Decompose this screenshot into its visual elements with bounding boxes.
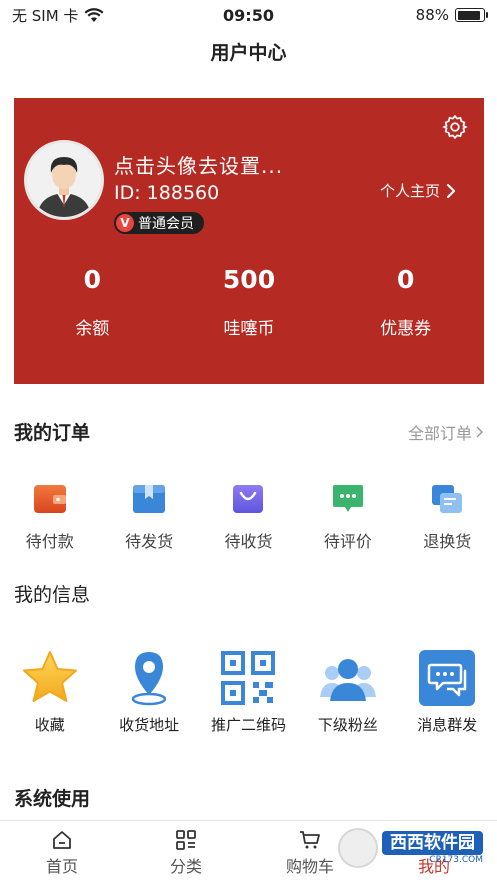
info-broadcast[interactable]: 消息群发 — [398, 648, 497, 735]
users-icon — [318, 648, 378, 708]
tab-home[interactable]: 首页 — [0, 821, 124, 883]
watermark-logo: 西西软件园 CR173.COM — [338, 826, 483, 870]
order-returns[interactable]: 退换货 — [398, 482, 497, 552]
location-pin-icon — [119, 648, 179, 708]
tab-label: 购物车 — [285, 857, 334, 876]
qr-code-icon — [218, 648, 278, 708]
stat-value: 500 — [222, 265, 276, 294]
info-address[interactable]: 收货地址 — [99, 648, 198, 735]
order-to-review[interactable]: 待评价 — [298, 482, 397, 552]
info-favorites[interactable]: 收藏 — [0, 648, 99, 735]
order-label: 待付款 — [25, 532, 74, 551]
stat-coins[interactable]: 500 哇噻币 — [171, 262, 328, 339]
info-label: 收货地址 — [119, 716, 180, 734]
avatar-illustration — [27, 143, 101, 217]
wallet-icon — [33, 482, 67, 516]
member-badge: V 普通会员 — [114, 212, 204, 234]
stat-label: 优惠券 — [380, 319, 432, 339]
homepage-link-label: 个人主页 — [379, 182, 440, 200]
order-to-ship[interactable]: 待发货 — [99, 482, 198, 552]
info-label: 推广二维码 — [210, 716, 286, 734]
chevron-right-icon — [476, 425, 483, 438]
homepage-link[interactable]: 个人主页 — [380, 180, 456, 201]
star-icon — [20, 648, 80, 708]
status-left: 无 SIM 卡 — [12, 5, 104, 26]
avatar[interactable] — [24, 140, 104, 220]
order-label: 待评价 — [323, 532, 372, 551]
chevron-right-icon — [446, 183, 456, 198]
vip-icon: V — [116, 214, 134, 232]
stat-balance[interactable]: 0 余额 — [14, 262, 171, 339]
info-label: 下级粉丝 — [317, 716, 378, 734]
stat-value: 0 — [396, 265, 415, 294]
profile-stats: 0 余额 500 哇噻币 0 优惠券 — [14, 262, 484, 339]
order-label: 退换货 — [423, 532, 472, 551]
status-bar: 无 SIM 卡 09:50 88% — [0, 0, 497, 30]
info-followers[interactable]: 下级粉丝 — [298, 648, 397, 735]
comment-icon — [331, 482, 365, 516]
battery-percent: 88% — [415, 6, 449, 24]
orders-title: 我的订单 — [14, 422, 91, 444]
home-icon — [53, 831, 71, 849]
carrier-text: 无 SIM 卡 — [12, 6, 79, 25]
cart-icon — [300, 831, 320, 849]
info-qr-code[interactable]: 推广二维码 — [199, 648, 298, 735]
stat-coupons[interactable]: 0 优惠券 — [327, 262, 484, 339]
all-orders-label: 全部订单 — [407, 423, 472, 443]
order-label: 待收货 — [224, 532, 273, 551]
info-label: 消息群发 — [417, 716, 478, 734]
info-row: 收藏 收货地址 推广二维码 下级粉丝 消息群发 — [0, 648, 497, 735]
message-icon — [417, 648, 477, 708]
battery-icon — [455, 8, 488, 22]
package-icon — [132, 482, 166, 516]
status-right: 88% — [415, 6, 488, 24]
category-icon — [176, 830, 196, 850]
gear-icon[interactable] — [442, 114, 468, 140]
stat-value: 0 — [83, 265, 102, 294]
order-pending-payment[interactable]: 待付款 — [0, 482, 99, 552]
member-badge-label: 普通会员 — [138, 216, 194, 232]
tab-label: 分类 — [169, 857, 202, 876]
shopping-bag-icon — [231, 482, 265, 516]
exchange-icon — [430, 482, 464, 516]
stat-label: 余额 — [75, 319, 110, 339]
watermark-url: CR173.COM — [429, 855, 483, 866]
system-header: 系统使用 — [14, 784, 483, 811]
info-title: 我的信息 — [14, 584, 91, 606]
system-title: 系统使用 — [14, 788, 91, 810]
page-title: 用户中心 — [210, 42, 287, 64]
stat-label: 哇噻币 — [223, 319, 275, 339]
orders-header: 我的订单 全部订单 — [14, 418, 483, 445]
order-label: 待发货 — [125, 532, 174, 551]
tab-label: 首页 — [45, 857, 78, 876]
profile-name[interactable]: 点击头像去设置... — [114, 150, 283, 179]
watermark-emblem — [338, 828, 378, 868]
info-label: 收藏 — [34, 716, 65, 734]
all-orders-link[interactable]: 全部订单 — [408, 420, 483, 444]
watermark-text: 西西软件园 — [382, 830, 483, 856]
order-to-receive[interactable]: 待收货 — [199, 482, 298, 552]
profile-card: 点击头像去设置... ID: 188560 V 普通会员 个人主页 0 余额 5… — [14, 98, 484, 384]
tab-category[interactable]: 分类 — [124, 821, 248, 883]
wifi-icon — [84, 7, 104, 22]
profile-id: ID: 188560 — [114, 182, 220, 204]
order-status-row: 待付款 待发货 待收货 待评价 退换货 — [0, 482, 497, 552]
info-header: 我的信息 — [14, 580, 483, 607]
